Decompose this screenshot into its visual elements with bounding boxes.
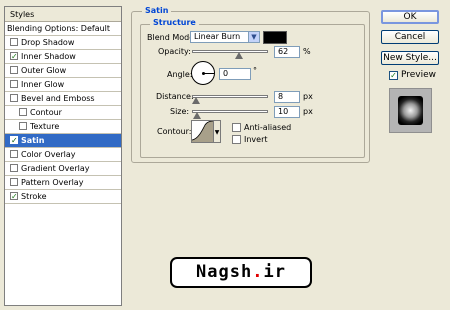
preview-checkbox[interactable]: ✓ [389,71,398,80]
style-item-label: Blending Options: Default [7,24,111,33]
satin-group-title: Satin [142,6,172,15]
styles-header: Styles [5,7,121,22]
style-item-checkbox[interactable] [10,94,18,102]
size-slider[interactable] [192,110,268,113]
style-item[interactable]: Pattern Overlay [5,176,121,190]
anti-aliased-label: Anti-aliased [244,123,292,132]
style-item[interactable]: ✓ Inner Shadow [5,50,121,64]
style-item-checkbox[interactable] [10,38,18,46]
style-item-checkbox[interactable] [19,122,27,130]
size-input[interactable]: 10 [274,106,300,118]
style-item-label: Bevel and Emboss [21,94,95,103]
contour-picker[interactable] [191,120,214,143]
style-item-label: Gradient Overlay [21,164,90,173]
style-item-checkbox[interactable]: ✓ [10,52,18,61]
style-item-label: Drop Shadow [21,38,75,47]
style-item-label: Outer Glow [21,66,67,75]
style-item[interactable]: Blending Options: Default [5,22,121,36]
style-item-label: Contour [30,108,62,117]
style-item-label: Inner Glow [21,80,65,89]
distance-input[interactable]: 8 [274,91,300,103]
angle-input[interactable]: 0 [219,68,251,80]
style-item-label: Inner Shadow [21,52,76,61]
contour-dropdown-icon[interactable]: ▼ [214,120,221,143]
style-item[interactable]: Bevel and Emboss [5,92,121,106]
opacity-slider-handle[interactable] [235,52,244,59]
style-item[interactable]: Drop Shadow [5,36,121,50]
style-item[interactable]: Color Overlay [5,148,121,162]
distance-label: Distance: [156,92,194,101]
distance-slider-handle[interactable] [192,97,200,104]
style-item-checkbox[interactable]: ✓ [10,192,18,201]
chevron-down-icon[interactable]: ▼ [248,32,259,42]
opacity-label: Opacity: [158,47,191,56]
invert-checkbox[interactable] [232,135,241,144]
contour-label: Contour: [157,127,192,136]
style-item-checkbox[interactable] [19,108,27,116]
watermark-logo: Nagsh.ir [170,257,312,288]
style-item[interactable]: ✓ Satin [5,134,121,148]
preview-label: Preview [401,70,437,80]
invert-label: Invert [244,135,268,144]
anti-aliased-checkbox[interactable] [232,123,241,132]
watermark-text: Nagsh [196,262,253,282]
style-item[interactable]: Gradient Overlay [5,162,121,176]
opacity-slider[interactable] [192,50,268,53]
style-item-checkbox[interactable] [10,178,18,186]
style-item-label: Pattern Overlay [21,178,84,187]
style-item-label: Satin [21,136,45,145]
style-item-checkbox[interactable] [10,164,18,172]
size-slider-handle[interactable] [193,112,201,119]
satin-color-swatch[interactable] [263,31,287,44]
size-unit: px [303,107,313,116]
watermark-dot: . [252,262,264,282]
angle-label: Angle: [167,70,193,79]
style-preview-swatch [398,96,423,125]
style-item[interactable]: ✓ Stroke [5,190,121,204]
style-item[interactable]: Contour [5,106,121,120]
angle-unit: ° [253,66,257,75]
blend-mode-value: Linear Burn [194,32,241,41]
style-item-label: Color Overlay [21,150,76,159]
style-item-label: Stroke [21,192,47,201]
distance-slider[interactable] [192,95,268,98]
cancel-button[interactable]: Cancel [381,30,439,44]
contour-curve-icon [191,120,214,142]
style-item[interactable]: Outer Glow [5,64,121,78]
style-item-checkbox[interactable] [10,66,18,74]
style-item-checkbox[interactable]: ✓ [10,136,18,145]
opacity-input[interactable]: 62 [274,46,300,58]
styles-list: Styles Blending Options: Default Drop Sha… [4,6,122,306]
angle-dial[interactable] [191,61,215,85]
style-item-checkbox[interactable] [10,80,18,88]
ok-button[interactable]: OK [381,10,439,24]
style-item[interactable]: Inner Glow [5,78,121,92]
style-item-label: Texture [30,122,60,131]
distance-unit: px [303,92,313,101]
structure-group-title: Structure [150,18,199,27]
style-item-checkbox[interactable] [10,150,18,158]
size-label: Size: [170,107,190,116]
style-item[interactable]: Texture [5,120,121,134]
opacity-unit: % [303,47,311,56]
watermark-text-suffix: ir [263,262,286,282]
angle-dial-center [202,72,205,75]
new-style-button[interactable]: New Style... [381,51,439,65]
